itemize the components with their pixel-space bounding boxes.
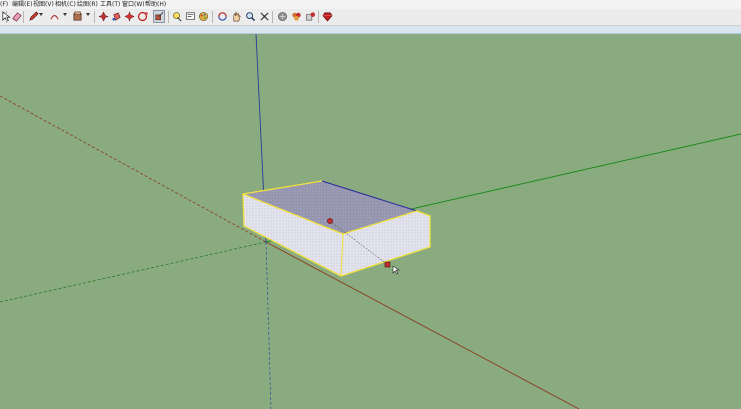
paint-icon [198, 12, 208, 21]
warehouse-icon [277, 12, 287, 21]
tape-tool-button[interactable] [171, 10, 183, 23]
menu-camera[interactable]: 相机(C) [55, 0, 76, 9]
pushpull-tool-button[interactable] [71, 10, 83, 23]
menu-tools[interactable]: 工具(T) [100, 0, 120, 9]
pushpull-icon [73, 11, 81, 21]
offset-icon [137, 11, 148, 22]
zoom-icon [245, 12, 255, 22]
components-tool-button[interactable] [290, 10, 302, 23]
red-axis [265, 241, 580, 409]
move-tool-button[interactable] [97, 10, 109, 23]
zoom-tool-button[interactable] [244, 10, 256, 23]
ruby-tool-button[interactable] [321, 10, 333, 23]
components-icon [291, 12, 301, 21]
menu-view[interactable]: 视图(V) [33, 0, 54, 9]
scene-tab-strip [0, 26, 741, 34]
chevron-down-icon[interactable] [86, 13, 90, 16]
toolbar [0, 9, 741, 26]
shape-tool-button[interactable] [48, 10, 60, 23]
pencil-tool-button[interactable] [27, 10, 39, 23]
rotate-tool-button[interactable] [123, 10, 135, 23]
toolbar-separator [94, 11, 95, 23]
orbit-icon [217, 12, 227, 21]
menu-draw[interactable]: 绘图(R) [77, 0, 98, 9]
scale-icon [155, 12, 164, 21]
orbit-tool-button[interactable] [216, 10, 228, 23]
zoom-extents-tool-button[interactable] [258, 10, 270, 23]
zoom-extents-icon [259, 12, 269, 21]
chevron-down-icon[interactable] [39, 13, 43, 16]
text-tool-button[interactable] [184, 10, 196, 23]
red-axis [0, 95, 267, 243]
offset-tool-button[interactable] [136, 10, 148, 23]
scale-tool-button[interactable] [153, 10, 165, 23]
pencil-icon [28, 11, 39, 21]
paint-bucket-icon [111, 12, 121, 21]
rotate-icon [123, 11, 135, 22]
chevron-down-icon[interactable] [63, 13, 67, 16]
toolbar-separator [23, 11, 24, 23]
pan-tool-button[interactable] [230, 10, 242, 23]
toolbar-separator [318, 11, 319, 23]
share-model-icon [305, 12, 315, 21]
inference-endpoint-icon [384, 261, 391, 268]
warehouse-tool-button[interactable] [276, 10, 288, 23]
menu-edit[interactable]: 编辑(E) [12, 0, 32, 9]
toolbar-separator [272, 11, 273, 23]
arc-icon [49, 15, 59, 20]
green-axis [0, 241, 267, 303]
menu-help[interactable]: 帮助(H) [145, 0, 166, 9]
toolbar-separator [168, 11, 169, 23]
paint-tool-button[interactable] [110, 10, 122, 23]
toolbar-separator [6, 11, 7, 23]
model-viewport[interactable] [0, 34, 741, 409]
eraser-icon [11, 12, 22, 22]
paint-tool-2-button[interactable] [197, 10, 209, 23]
tape-measure-icon [172, 12, 182, 22]
blue-axis [265, 241, 272, 409]
pushpull-cursor-icon [392, 265, 400, 275]
move-icon [97, 11, 109, 22]
ruby-icon [322, 12, 332, 22]
text-icon [185, 12, 195, 20]
pan-hand-icon [232, 12, 240, 22]
toolbar-separator [212, 11, 213, 23]
menu-window[interactable]: 窗口(W) [122, 0, 145, 9]
inference-point-icon [327, 218, 333, 224]
eraser-tool-button[interactable] [10, 10, 22, 23]
share-tool-button[interactable] [304, 10, 316, 23]
scene-canvas[interactable] [0, 34, 741, 409]
menu-file[interactable]: (F) [0, 0, 8, 9]
